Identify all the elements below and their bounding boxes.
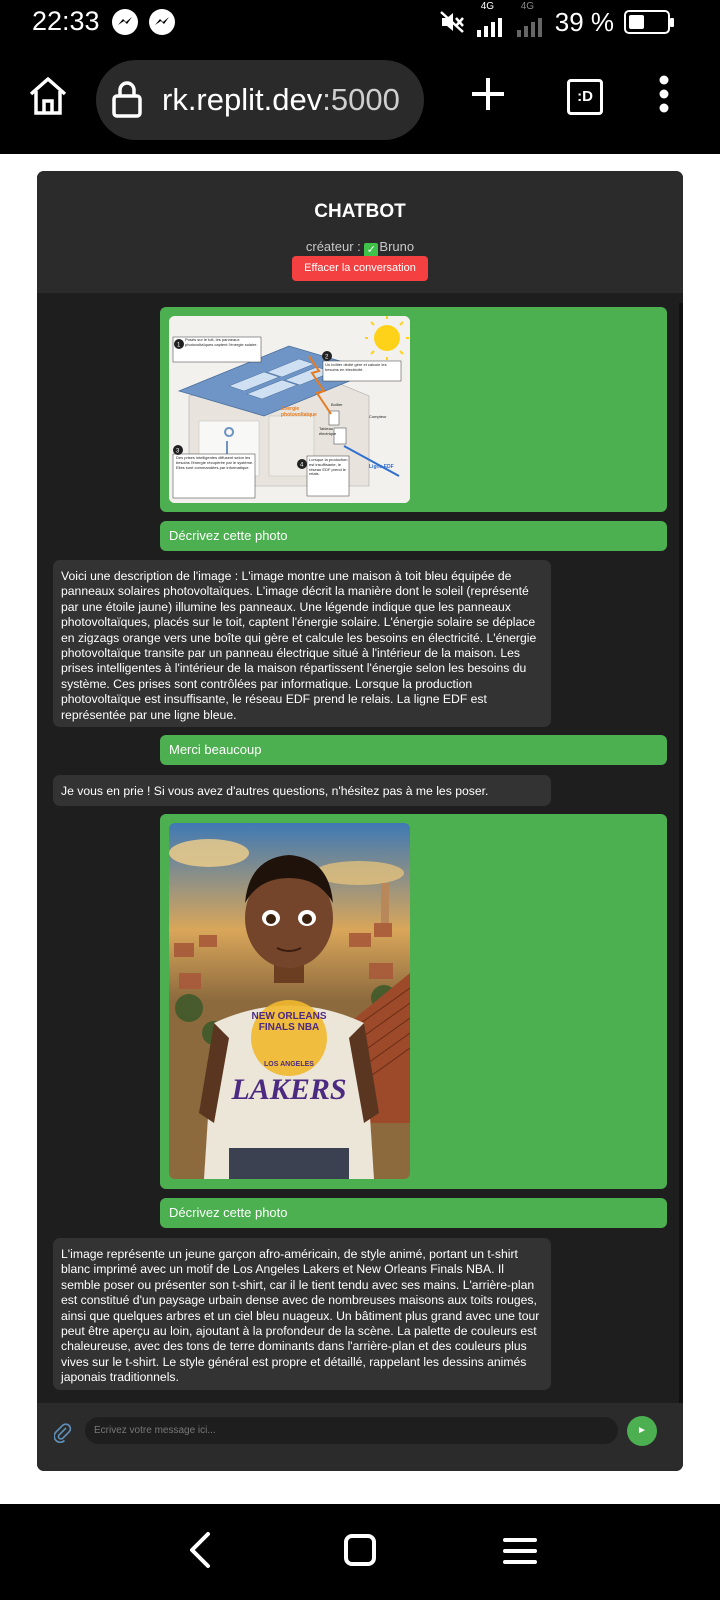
tabs-button[interactable]: :D [567, 79, 603, 115]
recents-menu-icon[interactable] [503, 1536, 537, 1566]
battery-percent: 39 % [554, 6, 614, 37]
shirt-small-text: LOS ANGELES [264, 1061, 314, 1068]
bot-message: Voici une description de l'image : L'ima… [53, 560, 551, 727]
user-message: Merci beaucoup [160, 735, 667, 765]
more-options-icon[interactable] [652, 74, 676, 114]
back-icon[interactable] [186, 1530, 216, 1570]
creator-line: créateur : ✓ Bruno [37, 239, 683, 257]
network-type: 4G [520, 1, 535, 12]
url-host: rk.replit.dev [162, 82, 323, 117]
input-bar: ► [37, 1403, 683, 1471]
energy-label: Énergie photovoltaïque [281, 406, 317, 418]
battery-icon [624, 10, 674, 34]
chat-window: CHATBOT créateur : ✓ Bruno Effacer la con… [37, 171, 683, 1471]
url-text[interactable]: rk.replit.dev:5000 [162, 82, 400, 118]
ligne-edf-label: Ligne EDF [369, 464, 394, 470]
lock-icon[interactable] [112, 80, 142, 118]
user-message: Décrivez cette photo [160, 521, 667, 551]
callout-2: Un boîtier dédié gère et calcule les bes… [325, 363, 387, 372]
tableau-label: Tableau électrique [319, 426, 337, 436]
chat-title: CHATBOT [314, 201, 406, 222]
battery-fill [629, 15, 644, 29]
check-icon: ✓ [364, 243, 379, 257]
address-bar[interactable]: rk.replit.dev:5000 [96, 60, 424, 140]
home-button-icon[interactable] [343, 1533, 377, 1567]
messenger-icon [149, 9, 175, 35]
shirt-top-text: NEW ORLEANS FINALS NBA [251, 1011, 327, 1033]
system-nav-bar [0, 1504, 720, 1600]
boitier-label: Boîtier [331, 402, 343, 407]
home-icon[interactable] [26, 74, 70, 118]
message-input[interactable] [85, 1417, 618, 1444]
message-list: 1 Posés sur le toit, les panneaux photov… [37, 293, 683, 1403]
callout-4: Lorsque la production est insuffisante, … [309, 458, 348, 477]
user-image-message: 1 Posés sur le toit, les panneaux photov… [160, 307, 667, 512]
new-tab-icon[interactable] [470, 76, 506, 112]
mute-icon [439, 11, 464, 33]
paperclip-icon[interactable] [54, 1422, 72, 1444]
creator-name: Bruno [379, 239, 415, 254]
signal-icon: 4G [515, 1, 545, 37]
status-bar: 22:33 4G 4G 39 % [0, 0, 720, 44]
solar-house-image[interactable]: 1 Posés sur le toit, les panneaux photov… [169, 316, 410, 503]
send-button[interactable]: ► [627, 1416, 657, 1446]
user-message: Décrivez cette photo [160, 1198, 667, 1228]
scrollbar[interactable] [679, 303, 683, 1403]
bot-message: Je vous en prie ! Si vous avez d'autres … [53, 775, 551, 806]
callout-1: Posés sur le toit, les panneaux photovol… [185, 338, 258, 347]
bot-message: L'image représente un jeune garçon afro-… [53, 1238, 551, 1390]
compteur-label: Compteur [369, 414, 387, 419]
chat-header: CHATBOT créateur : ✓ Bruno Effacer la con… [37, 171, 683, 293]
creator-label: créateur : [305, 239, 365, 254]
boy-lakers-image[interactable]: NEW ORLEANS FINALS NBA LOS ANGELES LAKER… [169, 823, 410, 1179]
signal-icon: 4G [475, 1, 505, 37]
status-time: 22:33 [32, 6, 100, 36]
url-port: :5000 [322, 82, 400, 117]
messenger-icon [112, 9, 138, 35]
clear-conversation-button[interactable]: Effacer la conversation [292, 256, 428, 281]
browser-toolbar: rk.replit.dev:5000 :D [0, 44, 720, 154]
callout-3: Des prises intelligentes diffusent selon… [176, 456, 254, 470]
network-type: 4G [480, 1, 495, 12]
web-page: CHATBOT créateur : ✓ Bruno Effacer la con… [0, 154, 720, 1504]
user-image-message: NEW ORLEANS FINALS NBA LOS ANGELES LAKER… [160, 814, 667, 1189]
shirt-main-text: LAKERS [231, 1073, 347, 1106]
